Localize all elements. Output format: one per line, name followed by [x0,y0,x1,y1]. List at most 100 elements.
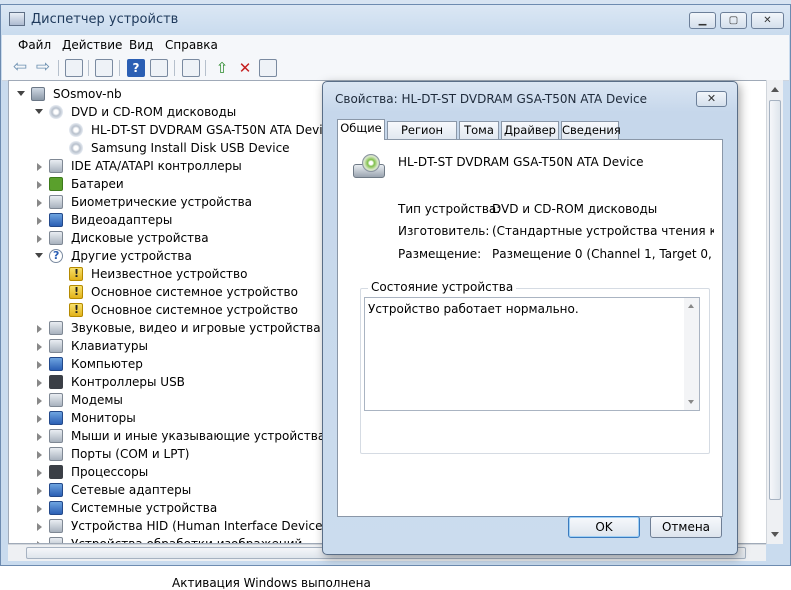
tree-item-label: Клавиатуры [71,339,148,353]
collapse-arrow-icon[interactable] [37,181,42,189]
scroll-thumb[interactable] [769,100,781,500]
collapse-arrow-icon[interactable] [37,487,42,495]
scroll-down-icon[interactable] [688,400,694,404]
dvd-drive-icon [69,123,83,137]
disable-device-icon[interactable] [259,59,277,77]
tree-item-label: Модемы [71,393,123,407]
dialog-close-button[interactable]: ✕ [696,91,727,107]
tree-item-label: Другие устройства [71,249,192,263]
expand-arrow-icon[interactable] [35,109,43,114]
toolbar-separator [174,60,175,76]
tab-dvd-region[interactable]: Регион DVD [387,121,457,153]
tree-item-label: Основное системное устройство [91,285,298,299]
usb-icon [49,375,63,389]
tab-volumes[interactable]: Тома [459,121,499,139]
tree-item-label: Видеоадаптеры [71,213,173,227]
dvd-drive-icon [353,154,385,180]
toolbar: ⇦ ⇨ ? ⇧ ✕ [2,55,789,81]
scroll-down-icon[interactable] [771,532,779,537]
menu-bar: Файл Действие Вид Справка [2,35,789,55]
collapse-arrow-icon[interactable] [37,163,42,171]
collapse-arrow-icon[interactable] [37,361,42,369]
tree-item-label: Звуковые, видео и игровые устройства [71,321,321,335]
tree-item-label: DVD и CD-ROM дисководы [71,105,237,119]
collapse-arrow-icon[interactable] [37,379,42,387]
collapse-arrow-icon[interactable] [37,343,42,351]
tree-item-label: Мониторы [71,411,136,425]
expand-arrow-icon[interactable] [35,253,43,258]
tree-item-label: Основное системное устройство [91,303,298,317]
background-window-strip: Активация Windows выполнена [0,566,791,590]
menu-action[interactable]: Действие [62,38,122,52]
toolbar-separator [119,60,120,76]
view-icon[interactable] [150,59,168,77]
ok-button[interactable]: OK [568,516,640,538]
general-tab-panel: HL-DT-ST DVDRAM GSA-T50N ATA Device Тип … [337,139,723,517]
menu-help[interactable]: Справка [165,38,218,52]
minimize-button[interactable]: ▁ [689,12,716,29]
tree-item-label: HL-DT-ST DVDRAM GSA-T50N ATA Device [91,123,337,137]
update-driver-icon[interactable]: ⇧ [213,59,231,77]
tree-item-label: Неизвестное устройство [91,267,248,281]
tree-item-label: IDE ATA/ATAPI контроллеры [71,159,242,173]
back-arrow-icon[interactable]: ⇦ [11,59,29,77]
hid-icon [49,519,63,533]
fingerprint-icon [49,195,63,209]
status-textbox[interactable]: Устройство работает нормально. [364,297,700,411]
cancel-button[interactable]: Отмена [650,516,722,538]
device-type-label: Тип устройства: [398,202,501,216]
menu-view[interactable]: Вид [129,38,153,52]
tree-item-label: Контроллеры USB [71,375,185,389]
activation-text: Активация Windows выполнена [172,576,371,590]
modem-icon [49,393,63,407]
processor-icon [49,465,63,479]
collapse-arrow-icon[interactable] [37,451,42,459]
collapse-arrow-icon[interactable] [37,217,42,225]
toolbar-separator [88,60,89,76]
scroll-up-icon[interactable] [688,304,694,308]
collapse-arrow-icon[interactable] [37,415,42,423]
properties-icon[interactable] [95,59,113,77]
status-scrollbar[interactable] [684,298,699,410]
title-bar: Диспетчер устройств ▁ ▢ ✕ [1,5,790,33]
manufacturer-value: (Стандартные устройства чтения компакт-д [492,224,714,238]
uninstall-icon[interactable]: ✕ [236,59,254,77]
tree-item-label: Дисковые устройства [71,231,209,245]
system-device-icon [49,501,63,515]
collapse-arrow-icon[interactable] [37,523,42,531]
scan-hardware-icon[interactable] [182,59,200,77]
collapse-arrow-icon[interactable] [37,505,42,513]
close-button[interactable]: ✕ [751,12,784,29]
tree-item-label: Процессоры [71,465,149,479]
toolbar-separator [205,60,206,76]
collapse-arrow-icon[interactable] [37,235,42,243]
tab-general[interactable]: Общие [337,119,385,140]
dvd-drive-icon [49,105,63,119]
show-hide-tree-icon[interactable] [65,59,83,77]
properties-dialog: Свойства: HL-DT-ST DVDRAM GSA-T50N ATA D… [322,81,738,555]
warning-icon [69,265,83,283]
collapse-arrow-icon[interactable] [37,325,42,333]
tab-driver[interactable]: Драйвер [501,121,559,139]
unknown-device-icon [49,247,63,265]
collapse-arrow-icon[interactable] [37,199,42,207]
expand-arrow-icon[interactable] [17,91,25,96]
tree-item-label: Биометрические устройства [71,195,252,209]
collapse-arrow-icon[interactable] [37,469,42,477]
network-adapter-icon [49,483,63,497]
tree-item-label: Сетевые адаптеры [71,483,192,497]
collapse-arrow-icon[interactable] [37,397,42,405]
tab-details[interactable]: Сведения [561,121,621,139]
window-title: Диспетчер устройств [31,12,179,27]
help-icon[interactable]: ? [127,59,145,77]
forward-arrow-icon[interactable]: ⇨ [34,59,52,77]
menu-file[interactable]: Файл [18,38,51,52]
monitor-icon [49,411,63,425]
scroll-up-icon[interactable] [771,87,779,92]
maximize-button[interactable]: ▢ [720,12,747,29]
device-manager-icon [9,12,25,26]
vertical-scrollbar[interactable] [766,80,783,544]
collapse-arrow-icon[interactable] [37,433,42,441]
disk-drive-icon [49,231,63,245]
tree-item-label: Батареи [71,177,124,191]
